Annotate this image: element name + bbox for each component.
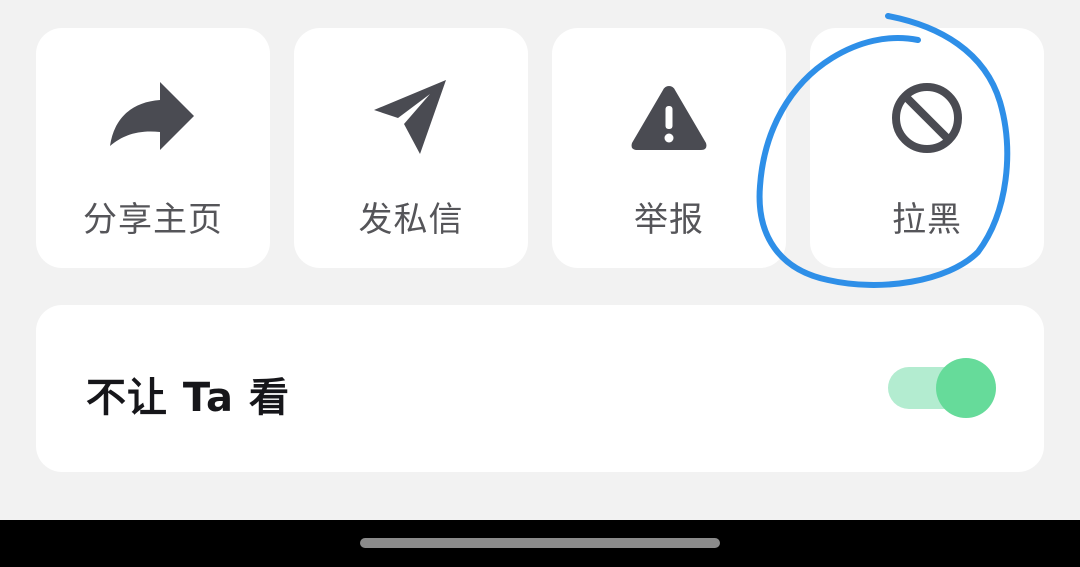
home-indicator[interactable] — [360, 538, 720, 548]
send-message-label: 发私信 — [358, 200, 464, 240]
share-arrow-icon — [108, 80, 198, 156]
hide-from-user-row: 不让 Ta 看 — [36, 305, 1044, 472]
report-button[interactable]: 举报 — [552, 28, 786, 268]
block-icon — [882, 80, 972, 156]
share-profile-label: 分享主页 — [83, 200, 223, 240]
block-label: 拉黑 — [892, 200, 962, 240]
report-label: 举报 — [634, 200, 704, 240]
profile-actions-panel: 分享主页 发私信 举报 拉黑 — [36, 28, 1044, 268]
switch-thumb — [936, 358, 996, 418]
paper-plane-icon — [366, 80, 456, 156]
hide-from-user-label: 不让 Ta 看 — [86, 375, 290, 421]
system-navigation-bar — [0, 520, 1080, 567]
share-profile-button[interactable]: 分享主页 — [36, 28, 270, 268]
send-message-button[interactable]: 发私信 — [294, 28, 528, 268]
hide-from-user-switch[interactable] — [888, 358, 998, 418]
block-button[interactable]: 拉黑 — [810, 28, 1044, 268]
warning-triangle-icon — [624, 80, 714, 156]
